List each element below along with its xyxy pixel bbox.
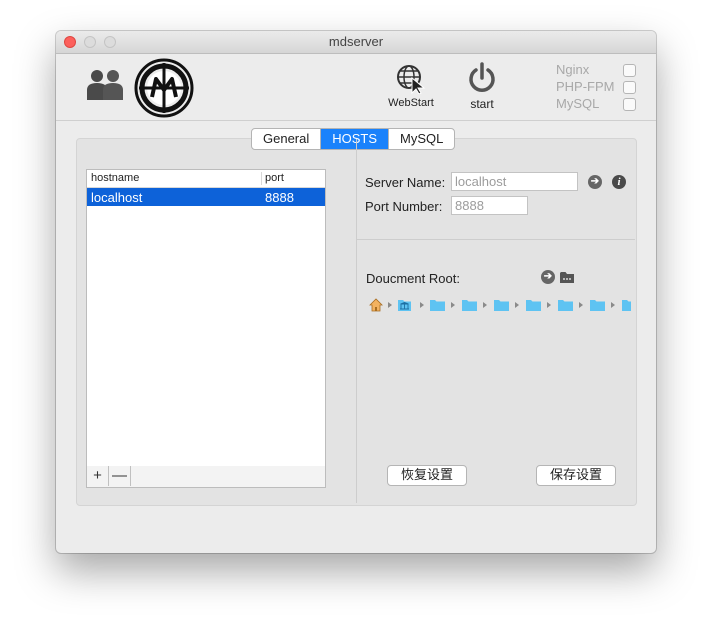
hosts-table[interactable]: hostname port localhost 8888 bbox=[86, 169, 326, 467]
path-separator-icon bbox=[451, 302, 455, 308]
mdserver-logo-icon bbox=[134, 58, 194, 118]
folder-icon[interactable] bbox=[622, 300, 631, 311]
remove-host-button[interactable]: — bbox=[109, 466, 131, 486]
path-separator-icon bbox=[547, 302, 551, 308]
info-icon[interactable]: i bbox=[612, 175, 626, 189]
app-window: mdserver WebStart start Nginx PHP-FPM My… bbox=[56, 31, 656, 553]
folder-icon[interactable] bbox=[526, 300, 541, 311]
path-separator-icon bbox=[388, 302, 392, 308]
service-php-fpm: PHP-FPM bbox=[556, 79, 646, 96]
folder-icon[interactable] bbox=[560, 271, 574, 283]
start-button[interactable]: start bbox=[456, 62, 508, 111]
path-separator-icon bbox=[579, 302, 583, 308]
arrow-right-icon[interactable]: ➔ bbox=[541, 270, 555, 284]
column-header-hostname[interactable]: hostname bbox=[91, 172, 139, 184]
close-window-button[interactable] bbox=[64, 36, 76, 48]
service-label: MySQL bbox=[556, 96, 600, 111]
restore-settings-button[interactable]: 恢复设置 bbox=[387, 465, 467, 486]
folder-icon[interactable] bbox=[590, 300, 605, 311]
path-separator-icon bbox=[483, 302, 487, 308]
power-icon bbox=[469, 62, 495, 92]
service-label: PHP-FPM bbox=[556, 79, 615, 94]
maximize-window-button[interactable] bbox=[104, 36, 116, 48]
path-separator-icon bbox=[515, 302, 519, 308]
cell-hostname: localhost bbox=[91, 190, 143, 205]
path-separator-icon bbox=[611, 302, 615, 308]
cell-port: 8888 bbox=[265, 190, 294, 205]
tab-bar: General HOSTS MySQL bbox=[251, 128, 456, 150]
users-icon bbox=[87, 70, 123, 100]
service-toggles: Nginx PHP-FPM MySQL bbox=[556, 62, 646, 113]
service-label: Nginx bbox=[556, 62, 590, 77]
document-root-label: Doucment Root: bbox=[366, 271, 460, 286]
webstart-label: WebStart bbox=[388, 97, 434, 109]
server-name-label: Server Name: bbox=[365, 175, 446, 190]
table-row[interactable]: localhost 8888 bbox=[87, 188, 325, 206]
column-divider bbox=[261, 172, 262, 185]
folder-icon[interactable] bbox=[430, 300, 445, 311]
server-name-input[interactable] bbox=[451, 172, 578, 191]
minimize-window-button[interactable] bbox=[84, 36, 96, 48]
webstart-button[interactable]: WebStart bbox=[381, 64, 441, 109]
mysql-checkbox[interactable] bbox=[623, 98, 636, 111]
title-bar: mdserver bbox=[56, 31, 656, 54]
column-header-port[interactable]: port bbox=[265, 172, 284, 184]
drive-folder-icon[interactable] bbox=[398, 300, 411, 311]
save-settings-button[interactable]: 保存设置 bbox=[536, 465, 616, 486]
tab-mysql[interactable]: MySQL bbox=[389, 129, 454, 149]
path-separator-icon bbox=[420, 302, 424, 308]
add-host-button[interactable]: + bbox=[87, 466, 109, 486]
vertical-divider bbox=[356, 139, 357, 503]
arrow-right-icon[interactable]: ➔ bbox=[588, 175, 602, 189]
home-icon[interactable] bbox=[369, 298, 383, 312]
start-label: start bbox=[470, 97, 494, 111]
tab-general[interactable]: General bbox=[252, 129, 322, 149]
port-number-input[interactable] bbox=[451, 196, 528, 215]
globe-cursor-icon bbox=[397, 65, 426, 95]
folder-icon[interactable] bbox=[494, 300, 509, 311]
table-header: hostname port bbox=[87, 170, 325, 188]
table-footer: + — bbox=[86, 466, 326, 488]
folder-icon[interactable] bbox=[462, 300, 477, 311]
toolbar: WebStart start Nginx PHP-FPM MySQL bbox=[56, 54, 656, 121]
nginx-checkbox[interactable] bbox=[623, 64, 636, 77]
port-number-label: Port Number: bbox=[365, 199, 443, 214]
php-fpm-checkbox[interactable] bbox=[623, 81, 636, 94]
horizontal-divider bbox=[357, 239, 635, 240]
service-mysql: MySQL bbox=[556, 96, 646, 113]
service-nginx: Nginx bbox=[556, 62, 646, 79]
document-root-path-bar[interactable] bbox=[369, 297, 631, 313]
window-title: mdserver bbox=[328, 34, 384, 49]
folder-icon[interactable] bbox=[558, 300, 573, 311]
